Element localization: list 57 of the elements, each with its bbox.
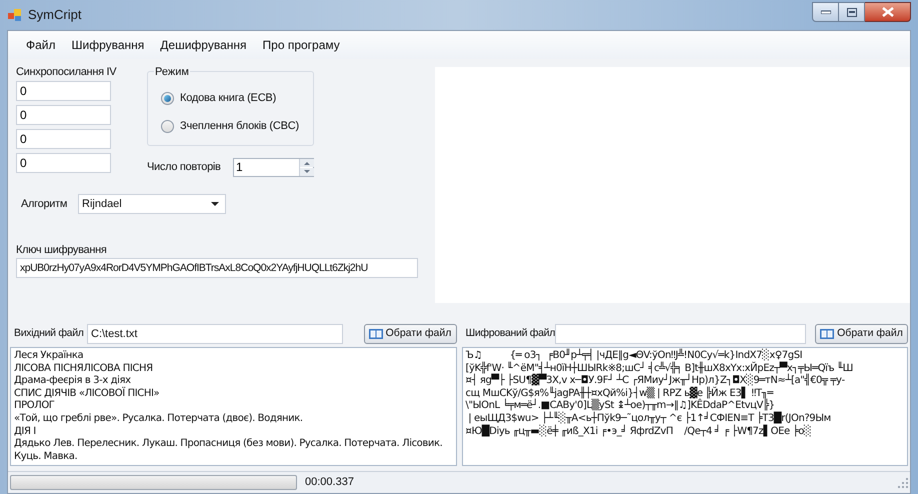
radio-label: Зчеплення блоків (CBC)	[180, 118, 299, 134]
minimize-button[interactable]	[812, 2, 839, 22]
iv-field[interactable]: 0	[16, 153, 111, 173]
radio-label: Кодова книга (ECB)	[180, 90, 276, 106]
text-line: Ъ♫ {═ о3┐ ╒B0╜р┴╤╡ |чДЕ‖g◄ΘV:ўOn‼J╩!N0Cy√═k}IndX7░x♀7gSI	[466, 350, 804, 362]
text-line: «Той, що греблі рве». Русалка. Потерчата (двоє). Водяник.	[14, 412, 304, 426]
status-time: 00:00.337	[305, 475, 354, 490]
key-field[interactable]: xpUB0rzHy07yA9x4RorD4V5YMPhGAOfIBTrsAxL8CoQ0x2YAyfjHUQLLt6Zkj2hU	[16, 258, 418, 278]
menu-item[interactable]: Про програму	[254, 36, 348, 54]
field-label: Алгоритм	[21, 196, 68, 212]
text-line: ЛІСОВА ПІСНЯЛІСОВА ПІСНЯ	[14, 362, 154, 375]
field-label: Вихідний файл	[13, 326, 85, 342]
text-line: | еыЩД3$wu> ├┴╙░╥A<ь┼Пўk9─˜цол╥у┬ ^є ├1↑╛СФIEN≡T ╞T3█r(JOn?9Ым	[467, 412, 832, 424]
choose-file-button[interactable]: Обрати файл	[815, 324, 908, 344]
dropdown-arrow-icon	[211, 202, 219, 206]
field-label: Ключ шифрування	[16, 243, 108, 257]
minimize-icon	[820, 10, 830, 14]
radio-button[interactable]	[161, 92, 174, 104]
text-line: сщ MшCKў/G$я%╙jagPA╫┼¤xQй%i}┤w▒ | RPZ ь▓e ╠Йж E3▌ ‼T╖═	[466, 388, 774, 399]
text-line: Драма-феєрія в 3-х діях	[14, 375, 132, 386]
book-icon	[368, 328, 383, 340]
iv-field[interactable]: 0	[16, 81, 111, 101]
text-line: Куць. Мавка.	[14, 450, 78, 464]
menu-item[interactable]: Шифрування	[64, 36, 152, 54]
window-title: SymCript	[28, 6, 82, 24]
text-line: Дядько Лев. Перелесник. Лукаш. Пропасниця (без мови). Русалка. Потерчата. Лісовик.	[14, 438, 444, 451]
text-area[interactable]	[10, 347, 456, 466]
text-area[interactable]	[462, 347, 908, 466]
close-button[interactable]	[865, 2, 911, 22]
maximize-icon	[846, 8, 856, 16]
text-line: ДІЯ І	[14, 426, 37, 438]
spin-arrows-icon[interactable]	[300, 159, 314, 176]
maximize-button[interactable]	[839, 2, 865, 22]
file-path-field[interactable]	[554, 324, 806, 344]
iv-field[interactable]: 0	[16, 129, 111, 149]
text-line: ¤Ю█Diyь ╓ц╥▬░ё╪ ╓иß_X1i ╒•э_╛ ЯфrdZvП /Qe┬4 ╛ ╒ ├W¶7z▌OEe ╞o░	[466, 426, 812, 438]
iv-field[interactable]: 0	[16, 105, 111, 125]
resize-grip-icon[interactable]	[898, 478, 908, 488]
text-line: ¤┤ яg▀├ ├SU¶▓▀3X,v х─◘У.9F┘ ┴C ┌ЯМиу┘Jж╥┘Hp)л}Z┐◘X░9═тN≈┴[a"╣€0╦ ╤у-	[466, 375, 846, 386]
text-line: \"ЫOnL ╘╤м═ё┘.■CABy'0]L▒ySt ↨┴oe)┬╥m→‖♫]KÊDdaP^EtvцV╠}	[466, 400, 776, 412]
app-icon	[8, 9, 22, 21]
menu-item[interactable]: Файл	[18, 36, 64, 54]
close-icon	[882, 7, 894, 17]
choose-file-button[interactable]: Обрати файл	[364, 324, 456, 344]
text-line: ПРОЛОГ	[14, 400, 56, 413]
field-label: Синхропосилання IV	[16, 65, 118, 79]
spinner-field[interactable]: 1	[233, 158, 314, 177]
text-line: СПИС ДІЯЧІВ «ЛІСОВОЇ ПІСНІ»	[14, 388, 160, 400]
algorithm-dropdown[interactable]: Rijndael	[78, 194, 226, 214]
book-icon	[820, 328, 834, 340]
radio-button[interactable]	[161, 120, 174, 132]
text-line: [ўK╬f'W· ╙^ёM"╡┴н0ïH┼ШЫRk※8;шC┘ ╡c╩√╬╕ B]t╫шX8хYx:хЙрEz┬▀х┐╤Ы═Qïъ ╙Ш	[466, 362, 854, 374]
text-line: Леся Українка	[14, 350, 84, 363]
file-path-field[interactable]: C:\test.txt	[87, 324, 343, 344]
field-label: Число повторів	[147, 160, 222, 176]
field-label: Шифрований файл	[464, 326, 554, 342]
menu-item[interactable]: Дешифрування	[152, 36, 255, 54]
